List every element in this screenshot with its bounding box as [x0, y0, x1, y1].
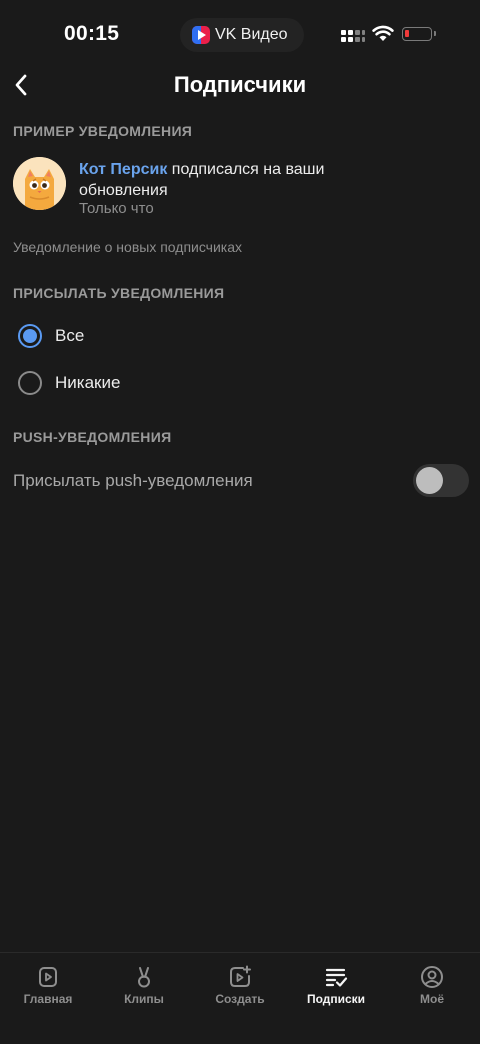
- tab-create[interactable]: Создать: [192, 953, 288, 1023]
- example-caption: Уведомление о новых подписчиках: [13, 239, 243, 255]
- radio-label: Никакие: [55, 373, 121, 392]
- tab-clips[interactable]: Клипы: [96, 953, 192, 1023]
- tab-label: Главная: [23, 992, 73, 1006]
- tab-label: Создать: [215, 992, 265, 1006]
- wifi-icon: [372, 25, 394, 41]
- radio-label: Все: [55, 326, 85, 345]
- page-title: Подписчики: [173, 72, 307, 97]
- create-video-icon: [230, 965, 251, 987]
- toggle-knob: [416, 467, 443, 494]
- radio-option-none[interactable]: Никакие: [0, 360, 480, 406]
- battery-icon: [402, 27, 436, 41]
- section-header-send: ПРИСЫЛАТЬ УВЕДОМЛЕНИЯ: [13, 285, 225, 301]
- radio-option-all[interactable]: Все: [0, 313, 480, 359]
- battery-level: [405, 30, 409, 37]
- radio-unselected-icon[interactable]: [18, 371, 42, 395]
- app-indicator[interactable]: VK Видео: [180, 18, 304, 52]
- subscriptions-icon: [325, 968, 348, 987]
- notification-time: Только что: [79, 200, 154, 217]
- section-header-push: PUSH-УВЕДОМЛЕНИЯ: [13, 429, 172, 445]
- clips-icon: [138, 967, 150, 988]
- status-bar: 00:15 VK Видео: [0, 0, 480, 70]
- cellular-signal-icon: [341, 28, 365, 44]
- tab-label: Подписки: [306, 992, 366, 1006]
- tab-home[interactable]: Главная: [0, 953, 96, 1023]
- vk-video-logo-icon: [192, 26, 210, 44]
- push-setting-row[interactable]: Присылать push-уведомления: [0, 460, 480, 502]
- push-label: Присылать push-уведомления: [13, 471, 253, 490]
- status-time: 00:15: [64, 22, 120, 45]
- app-indicator-name: VK Видео: [215, 26, 288, 43]
- notification-username[interactable]: Кот Персик: [79, 161, 167, 178]
- tab-profile[interactable]: Моё: [384, 953, 480, 1023]
- section-header-example: ПРИМЕР УВЕДОМЛЕНИЯ: [13, 123, 193, 139]
- notification-text: Кот Персик подписался на ваши обновления: [79, 159, 359, 201]
- tab-label: Клипы: [124, 992, 164, 1006]
- radio-selected-icon[interactable]: [18, 324, 42, 348]
- tab-label: Моё: [420, 992, 444, 1006]
- push-toggle[interactable]: [413, 464, 469, 497]
- home-play-icon: [39, 967, 57, 987]
- profile-icon: [421, 966, 443, 988]
- cat-avatar-icon: [13, 157, 66, 210]
- tab-subscriptions[interactable]: Подписки: [288, 953, 384, 1023]
- bottom-tab-bar: Главная Клипы Создать Подписки Моё: [0, 952, 480, 1044]
